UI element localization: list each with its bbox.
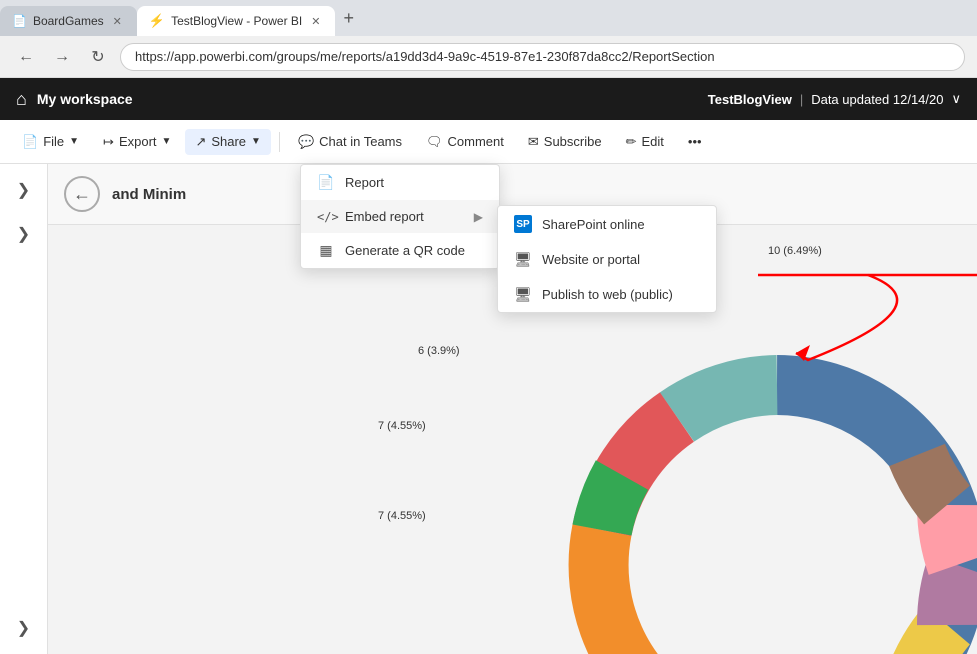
export-button[interactable]: ↦ Export ▼ bbox=[93, 129, 181, 155]
share-icon: ↗ bbox=[195, 134, 206, 150]
tab-favicon-powerbi: ⚡ bbox=[149, 13, 165, 29]
export-label: Export bbox=[119, 134, 157, 149]
comment-icon: 🗨 bbox=[426, 134, 443, 150]
tab-close-powerbi[interactable]: ✕ bbox=[308, 14, 323, 29]
subscribe-button[interactable]: ✉ Subscribe bbox=[518, 129, 612, 155]
share-qr-label: Generate a QR code bbox=[345, 243, 465, 258]
app-header: ⌂ My workspace TestBlogView | Data updat… bbox=[0, 78, 977, 120]
home-icon[interactable]: ⌂ bbox=[16, 89, 27, 110]
more-button[interactable]: ••• bbox=[678, 129, 712, 154]
tab-label-boardgames: BoardGames bbox=[33, 14, 104, 28]
sharepoint-icon: SP bbox=[514, 215, 532, 233]
publish-icon: 🖥 bbox=[514, 286, 532, 303]
new-tab-button[interactable]: + bbox=[335, 4, 362, 33]
share-chevron-icon: ▼ bbox=[251, 136, 261, 147]
browser-tabs: 📄 BoardGames ✕ ⚡ TestBlogView - Power BI… bbox=[0, 0, 977, 36]
back-button[interactable]: ← bbox=[64, 176, 100, 212]
toolbar: 📄 File ▼ ↦ Export ▼ ↗ Share ▼ 💬 Chat in … bbox=[0, 120, 977, 164]
publish-web-item[interactable]: 🖥 Publish to web (public) bbox=[498, 277, 716, 312]
export-icon: ↦ bbox=[103, 134, 114, 150]
comment-button[interactable]: 🗨 Comment bbox=[416, 129, 514, 155]
share-button[interactable]: ↗ Share ▼ bbox=[185, 129, 271, 155]
tab-powerbi[interactable]: ⚡ TestBlogView - Power BI ✕ bbox=[137, 6, 336, 36]
website-icon: 🖥 bbox=[514, 251, 532, 268]
chart-label-1: 6 (3.9%) bbox=[418, 345, 460, 357]
share-report-label: Report bbox=[345, 175, 384, 190]
sidebar-collapse-1[interactable]: ❯ bbox=[6, 172, 42, 208]
website-portal-item[interactable]: 🖥 Website or portal bbox=[498, 242, 716, 277]
subscribe-label: Subscribe bbox=[544, 134, 602, 149]
data-updated: Data updated 12/14/20 bbox=[811, 92, 943, 107]
workspace-name: My workspace bbox=[37, 91, 133, 107]
sharepoint-label: SharePoint online bbox=[542, 217, 645, 232]
header-separator: | bbox=[800, 92, 803, 107]
share-menu-embed[interactable]: </> Embed report ▶ bbox=[301, 200, 499, 233]
sidebar: ❯ ❯ ❯ bbox=[0, 164, 48, 654]
edit-button[interactable]: ✏ Edit bbox=[616, 129, 674, 155]
file-icon: 📄 bbox=[22, 134, 38, 150]
more-icon: ••• bbox=[688, 134, 702, 149]
file-label: File bbox=[43, 134, 64, 149]
address-bar: ← → ↻ bbox=[0, 36, 977, 78]
chart-label-4: 10 (6.49%) bbox=[768, 245, 822, 257]
chat-teams-label: Chat in Teams bbox=[319, 134, 402, 149]
file-chevron-icon: ▼ bbox=[69, 136, 79, 147]
share-label: Share bbox=[211, 134, 246, 149]
share-menu-report[interactable]: 📄 Report bbox=[301, 165, 499, 200]
chart-label-3: 7 (4.55%) bbox=[378, 510, 426, 522]
nav-back-button[interactable]: ← bbox=[12, 43, 40, 71]
donut-chart bbox=[497, 335, 977, 654]
tab-close-boardgames[interactable]: ✕ bbox=[110, 14, 125, 29]
edit-icon: ✏ bbox=[626, 134, 637, 150]
chart-label-2: 7 (4.55%) bbox=[378, 420, 426, 432]
edit-label: Edit bbox=[642, 134, 664, 149]
subscribe-icon: ✉ bbox=[528, 134, 539, 150]
file-button[interactable]: 📄 File ▼ bbox=[12, 129, 89, 155]
qr-icon: ▦ bbox=[317, 242, 335, 259]
chat-teams-button[interactable]: 💬 Chat in Teams bbox=[288, 129, 412, 155]
toolbar-separator-1 bbox=[279, 132, 280, 152]
embed-submenu: SP SharePoint online 🖥 Website or portal… bbox=[497, 205, 717, 313]
share-dropdown: 📄 Report </> Embed report ▶ ▦ Generate a… bbox=[300, 164, 500, 269]
embed-icon: </> bbox=[317, 210, 335, 224]
embed-submenu-arrow-icon: ▶ bbox=[474, 210, 483, 224]
address-input[interactable] bbox=[120, 43, 965, 71]
tab-label-powerbi: TestBlogView - Power BI bbox=[171, 14, 302, 28]
publish-label: Publish to web (public) bbox=[542, 287, 673, 302]
export-chevron-icon: ▼ bbox=[162, 136, 172, 147]
nav-forward-button[interactable]: → bbox=[48, 43, 76, 71]
tab-favicon-boardgames: 📄 bbox=[12, 14, 27, 28]
page-title: and Minim bbox=[112, 186, 186, 203]
report-icon: 📄 bbox=[317, 174, 335, 191]
website-label: Website or portal bbox=[542, 252, 640, 267]
chat-teams-icon: 💬 bbox=[298, 134, 314, 150]
share-embed-label: Embed report bbox=[345, 209, 424, 224]
sharepoint-online-item[interactable]: SP SharePoint online bbox=[498, 206, 716, 242]
share-menu-qr[interactable]: ▦ Generate a QR code bbox=[301, 233, 499, 268]
header-chevron-icon[interactable]: ∨ bbox=[951, 91, 961, 107]
sidebar-collapse-2[interactable]: ❯ bbox=[6, 216, 42, 252]
report-name: TestBlogView bbox=[708, 92, 792, 107]
tab-boardgames[interactable]: 📄 BoardGames ✕ bbox=[0, 6, 137, 36]
comment-label: Comment bbox=[448, 134, 504, 149]
nav-refresh-button[interactable]: ↻ bbox=[84, 43, 112, 71]
sidebar-collapse-3[interactable]: ❯ bbox=[6, 610, 42, 646]
